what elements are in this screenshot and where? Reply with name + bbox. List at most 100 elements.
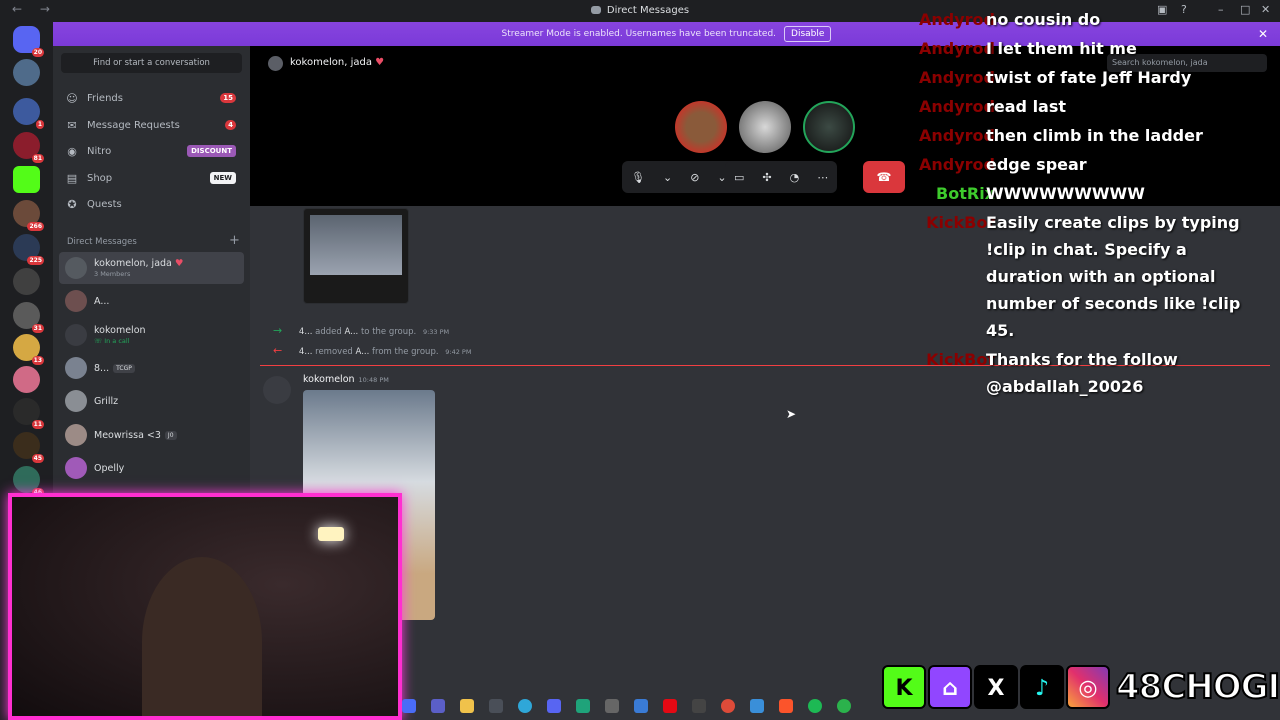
system-message: ← 4... removed A... from the group. 9:42… <box>273 344 472 357</box>
mouse-cursor-icon: ➤ <box>786 407 797 421</box>
sidebar-item-label: Quests <box>87 198 122 210</box>
spotify-icon[interactable] <box>808 699 822 713</box>
chat-message: I let them hit me <box>986 39 1137 58</box>
app-icon[interactable] <box>837 699 851 713</box>
store-icon[interactable] <box>489 699 503 713</box>
chat-line: BotRix WWWWWWWWW <box>896 180 1280 207</box>
dm-item[interactable]: Opelly <box>59 452 244 484</box>
teams-icon[interactable] <box>431 699 445 713</box>
disable-streamer-mode-button[interactable]: Disable <box>784 26 832 42</box>
activities-icon[interactable]: ✣ <box>753 171 780 184</box>
soundboard-icon[interactable]: ◔ <box>781 171 809 184</box>
chat-message: then climb in the ladder <box>986 126 1203 145</box>
dm-name: kokomelon, jada ♥ <box>94 258 184 269</box>
friends-icon: ☺ <box>66 91 78 105</box>
nitro-icon: ◉ <box>67 144 77 158</box>
chat-message: WWWWWWWWW <box>986 184 1145 203</box>
microphone-icon[interactable]: 🎙 <box>622 171 654 184</box>
server-icon[interactable] <box>13 268 40 295</box>
chat-line: Andyrod twist of fate Jeff Hardy <box>896 64 1280 91</box>
dm-item[interactable]: Meowrissa <3 J0 <box>59 419 244 451</box>
message-author[interactable]: kokomelon 10:48 PM <box>303 374 389 385</box>
mail-icon: ✉ <box>67 118 77 132</box>
camera-off-icon[interactable]: ⊘ <box>681 171 708 184</box>
activity-controls: ▭ ✣ ◔ ⋯ <box>725 161 838 193</box>
arrow-right-icon: → <box>273 324 283 337</box>
badge: NEW <box>209 172 236 184</box>
home-server-icon[interactable]: 20 <box>13 26 44 57</box>
discord-icon[interactable] <box>547 699 561 713</box>
kick-server-icon[interactable] <box>13 166 40 193</box>
find-conversation-input[interactable]: Find or start a conversation <box>61 53 242 73</box>
brave-icon[interactable] <box>779 699 793 713</box>
server-icon[interactable]: 46 <box>13 466 44 497</box>
app-icon[interactable] <box>576 699 590 713</box>
server-icon[interactable]: 81 <box>13 132 44 163</box>
app-icon[interactable] <box>750 699 764 713</box>
screen-share-icon[interactable]: ▭ <box>725 171 753 184</box>
dm-item[interactable]: A... <box>59 285 244 317</box>
sidebar-item-label: Message Requests <box>87 119 180 131</box>
server-icon[interactable]: 45 <box>13 432 44 463</box>
participant-avatar[interactable] <box>739 101 791 153</box>
avatar <box>65 457 87 479</box>
dm-item[interactable]: Grillz <box>59 385 244 417</box>
chat-line: Andyrod then climb in the ladder <box>896 122 1280 149</box>
server-icon[interactable]: 31 <box>13 302 44 333</box>
server-icon[interactable]: 266 <box>13 200 44 231</box>
sidebar-item-friends[interactable]: ☺ Friends 15 <box>59 86 244 110</box>
dm-name: A... <box>94 295 110 307</box>
add-dm-icon[interactable]: + <box>229 233 240 248</box>
twitch-icon: ⌂ <box>928 665 972 709</box>
dm-name: kokomelon <box>94 325 146 336</box>
dm-item[interactable]: kokomelon ☏ In a call <box>59 319 244 351</box>
app-icon[interactable] <box>634 699 648 713</box>
chrome-icon[interactable] <box>721 699 735 713</box>
shop-icon: ▤ <box>66 171 78 185</box>
arrow-left-icon: ← <box>273 344 283 357</box>
app-icon[interactable] <box>692 699 706 713</box>
chat-line: Andyrod read last <box>896 93 1280 120</box>
chat-username: KickBot <box>926 350 995 369</box>
lamp <box>318 527 344 541</box>
chevron-down-icon[interactable]: ⌄ <box>654 171 681 184</box>
badge: 45 <box>31 454 44 463</box>
server-icon[interactable] <box>13 59 40 86</box>
app-icon[interactable] <box>605 699 619 713</box>
badge: 31 <box>31 324 44 333</box>
sidebar-item-shop[interactable]: ▤ Shop NEW <box>59 166 244 190</box>
dm-item[interactable]: 8... TCGP <box>59 352 244 384</box>
dm-item[interactable]: kokomelon, jada ♥ 3 Members <box>59 252 244 284</box>
chat-username: Andyrod <box>919 68 995 87</box>
sidebar-item-label: Nitro <box>87 145 112 157</box>
badge: 225 <box>27 256 44 265</box>
banner-text: Streamer Mode is enabled. Usernames have… <box>501 29 777 39</box>
edge-icon[interactable] <box>518 699 532 713</box>
server-icon[interactable]: 13 <box>13 334 44 365</box>
dm-name: Grillz <box>94 395 119 407</box>
participant-avatar[interactable] <box>675 101 727 153</box>
server-icon[interactable]: 225 <box>13 234 44 265</box>
server-icon[interactable]: 1 <box>13 98 44 129</box>
avatar[interactable] <box>263 376 291 404</box>
avatar <box>65 424 87 446</box>
sidebar-item-nitro[interactable]: ◉ Nitro DISCOUNT <box>59 139 244 163</box>
server-icon[interactable] <box>13 366 40 393</box>
x-icon: X <box>974 665 1018 709</box>
chat-username: Andyrod <box>919 97 995 116</box>
sidebar-item-quests[interactable]: ✪ Quests <box>59 192 244 216</box>
chat-message: edge spear <box>986 155 1087 174</box>
folder-icon[interactable] <box>460 699 474 713</box>
sidebar-item-message-requests[interactable]: ✉ Message Requests 4 <box>59 113 244 137</box>
dm-sub: ☏ In a call <box>94 337 130 345</box>
app-icon[interactable] <box>402 699 416 713</box>
avatar <box>65 324 87 346</box>
more-options-icon[interactable]: ⋯ <box>808 171 837 184</box>
chat-username: Andyrod <box>919 126 995 145</box>
avatar <box>65 257 87 279</box>
kick-icon: K <box>882 665 926 709</box>
netflix-icon[interactable] <box>663 699 677 713</box>
participant-avatar[interactable] <box>803 101 855 153</box>
image-attachment[interactable] <box>303 208 409 304</box>
server-icon[interactable]: 11 <box>13 398 44 429</box>
